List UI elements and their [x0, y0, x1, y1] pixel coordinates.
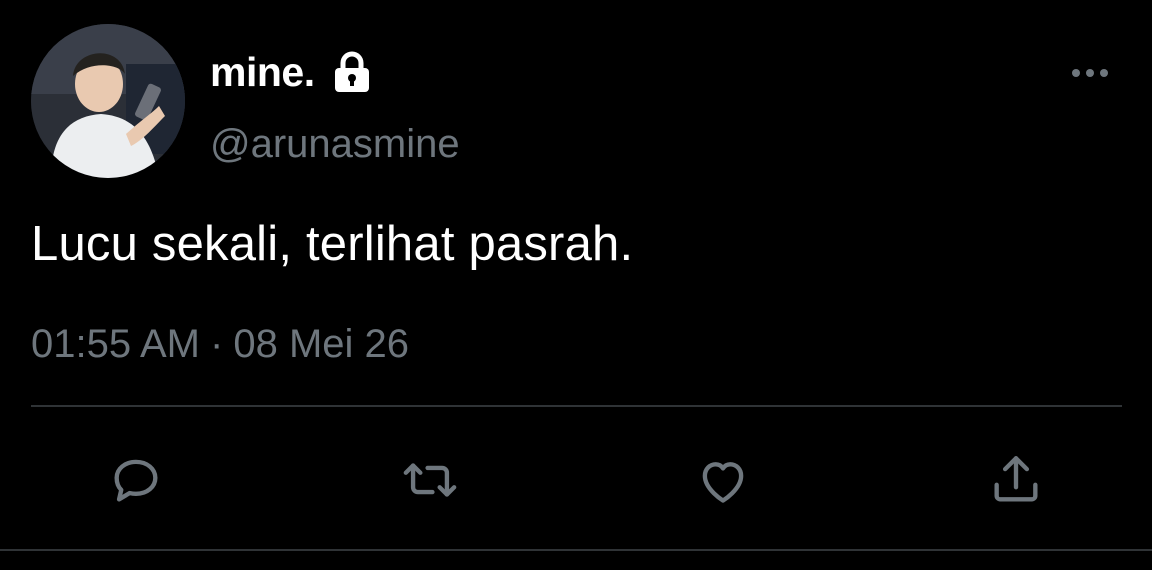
meta-separator: ·	[210, 322, 224, 366]
bottom-divider	[0, 549, 1152, 551]
retweet-icon	[403, 463, 457, 497]
avatar[interactable]	[31, 24, 185, 178]
share-button[interactable]	[986, 450, 1046, 510]
user-handle[interactable]: @arunasmine	[210, 121, 460, 167]
tweet-date[interactable]: 08 Mei 26	[233, 320, 409, 368]
tweet-timestamp[interactable]: 01:55 AM · 08 Mei 26	[31, 320, 409, 368]
like-icon	[702, 462, 744, 503]
reply-button[interactable]	[106, 450, 166, 510]
display-name[interactable]: mine.	[210, 49, 315, 95]
more-options-icon[interactable]	[1068, 60, 1112, 86]
like-button[interactable]	[693, 450, 753, 510]
retweet-button[interactable]	[400, 450, 460, 510]
reply-icon	[114, 459, 158, 502]
tweet-card: mine. @arunasmine Lucu sekali, terlihat …	[0, 0, 1152, 570]
lock-icon	[329, 49, 375, 95]
tweet-text: Lucu sekali, terlihat pasrah.	[31, 217, 634, 271]
avatar-photo	[31, 24, 185, 178]
user-name-row[interactable]: mine.	[210, 49, 375, 95]
share-icon	[994, 456, 1038, 502]
tweet-time[interactable]: 01:55 AM	[31, 320, 200, 368]
divider	[31, 405, 1122, 407]
